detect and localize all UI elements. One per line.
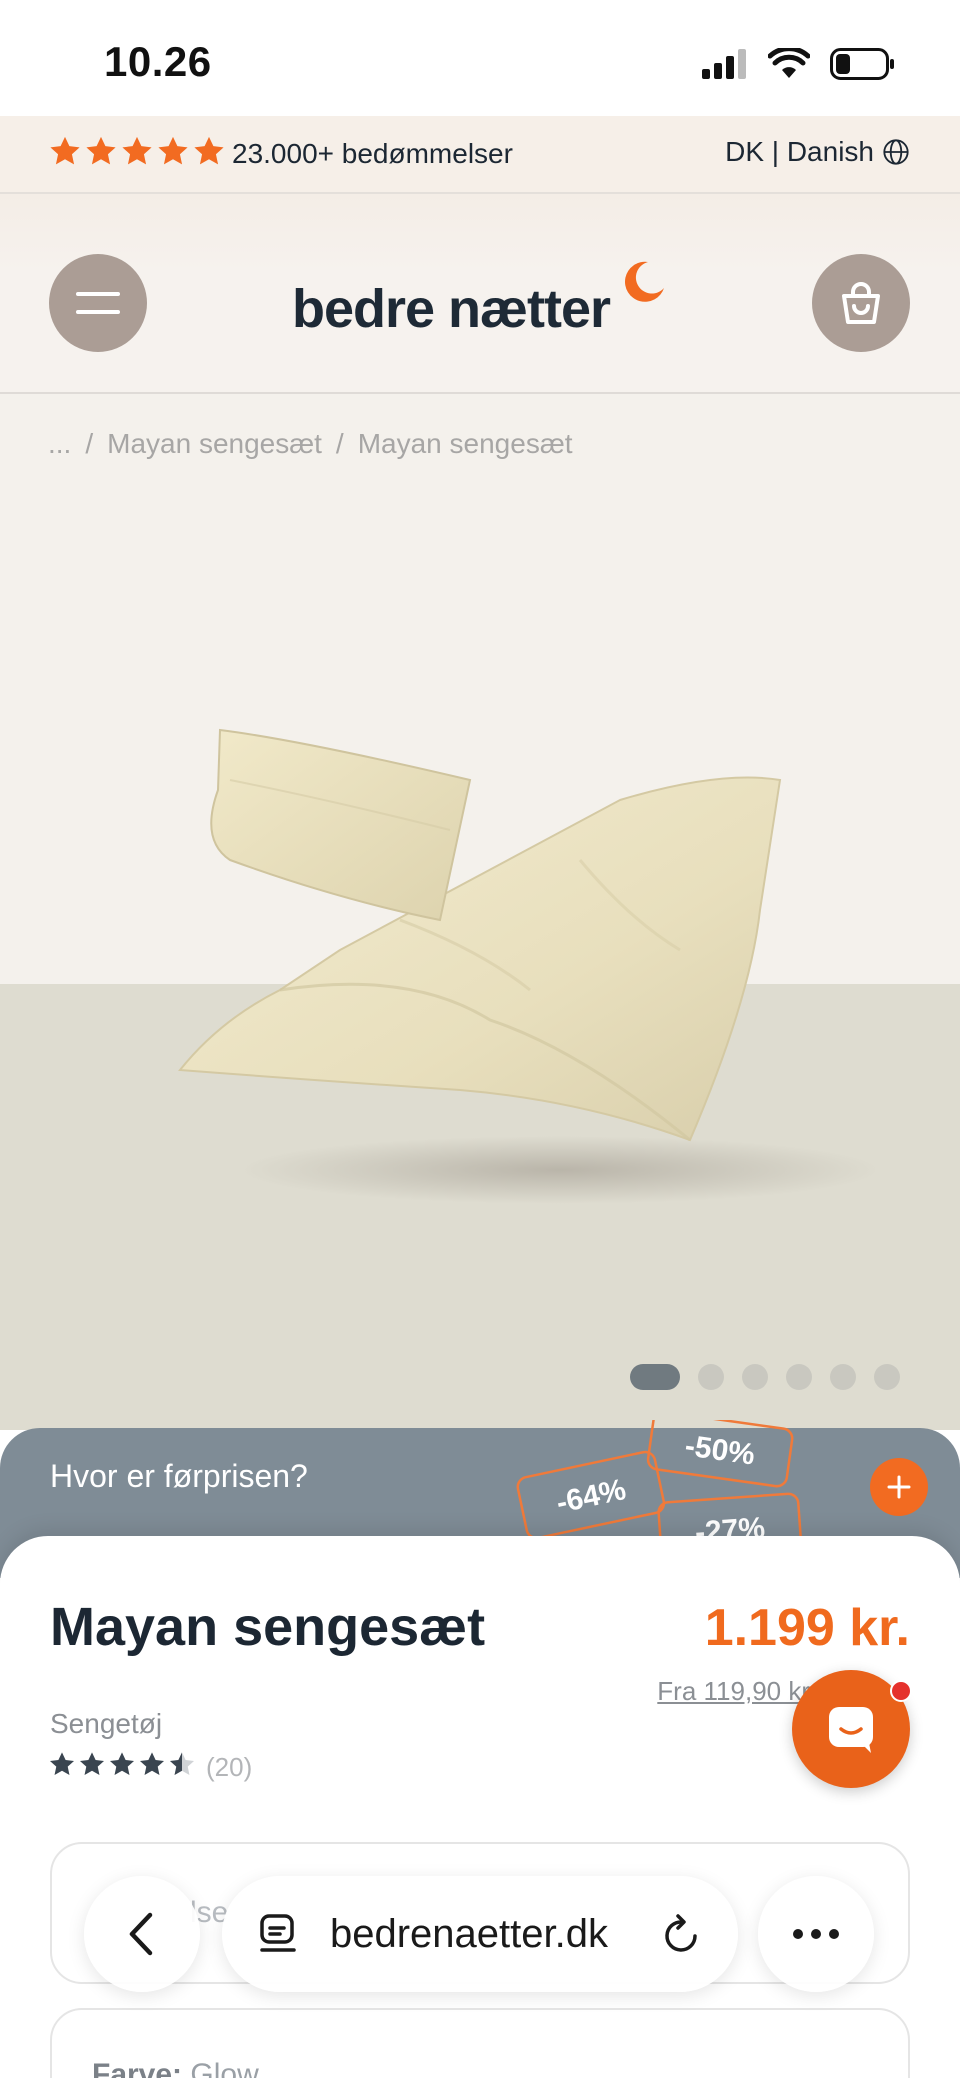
more-icon-dot bbox=[811, 1929, 821, 1939]
breadcrumb-item[interactable]: Mayan sengesæt bbox=[107, 428, 322, 460]
more-icon-dot bbox=[829, 1929, 839, 1939]
review-count[interactable]: (20) bbox=[206, 1752, 252, 1783]
product-title: Mayan sengesæt bbox=[50, 1597, 486, 1657]
carousel-dot[interactable] bbox=[874, 1364, 900, 1390]
globe-icon bbox=[883, 139, 909, 165]
status-time: 10.26 bbox=[104, 38, 212, 85]
chat-icon bbox=[829, 1707, 873, 1753]
breadcrumb: ... / Mayan sengesæt / Mayan sengesæt bbox=[48, 428, 573, 460]
reload-icon[interactable] bbox=[662, 1912, 702, 1956]
carousel-dot[interactable] bbox=[742, 1364, 768, 1390]
carousel-dot-active[interactable] bbox=[630, 1364, 680, 1390]
star-icon bbox=[49, 1752, 75, 1775]
discount-tag-1: -64% bbox=[553, 1473, 628, 1520]
hamburger-icon bbox=[76, 292, 120, 296]
plus-icon bbox=[887, 1475, 911, 1499]
moon-logo-icon bbox=[624, 261, 664, 302]
browser-url[interactable]: bedrenaetter.dk bbox=[330, 1912, 662, 1957]
star-icon bbox=[109, 1752, 135, 1775]
carousel-dot[interactable] bbox=[786, 1364, 812, 1390]
browser-more-button[interactable] bbox=[758, 1876, 874, 1992]
breadcrumb-separator: / bbox=[85, 428, 94, 459]
star-icon bbox=[86, 136, 116, 165]
battery-icon bbox=[830, 48, 894, 80]
carousel-dot[interactable] bbox=[698, 1364, 724, 1390]
carousel-dots bbox=[630, 1364, 900, 1390]
color-label: Farve: bbox=[92, 2058, 183, 2078]
star-icon bbox=[122, 136, 152, 165]
more-icon bbox=[793, 1929, 803, 1939]
expand-pre-price-button[interactable] bbox=[870, 1458, 928, 1516]
wifi-icon bbox=[768, 48, 810, 78]
color-value: Glow bbox=[190, 2058, 259, 2078]
menu-button[interactable] bbox=[49, 254, 147, 352]
rating-stars bbox=[48, 134, 226, 168]
chat-notification-badge bbox=[890, 1680, 912, 1702]
pre-price-question: Hvor er førprisen? bbox=[50, 1458, 308, 1494]
product-price: 1.199 kr. bbox=[704, 1599, 910, 1657]
site-logo[interactable]: bedre nætter bbox=[292, 278, 611, 340]
browser-address-bar[interactable]: bedrenaetter.dk bbox=[222, 1876, 738, 1992]
carousel-dot[interactable] bbox=[830, 1364, 856, 1390]
cart-button[interactable] bbox=[812, 254, 910, 352]
review-stars[interactable] bbox=[48, 1750, 196, 1778]
star-icon bbox=[79, 1752, 105, 1775]
breadcrumb-current: Mayan sengesæt bbox=[357, 428, 573, 459]
star-half-icon bbox=[169, 1752, 195, 1775]
tabs-icon[interactable] bbox=[258, 1912, 302, 1956]
shopping-bag-icon bbox=[842, 282, 880, 324]
discount-tag-2: -50% bbox=[683, 1429, 757, 1471]
signal-icon bbox=[702, 49, 746, 79]
browser-back-button[interactable] bbox=[84, 1876, 200, 1992]
star-icon bbox=[194, 136, 224, 165]
star-icon bbox=[50, 136, 80, 165]
rating-count[interactable]: 23.000+ bedømmelser bbox=[232, 138, 513, 170]
status-icons bbox=[702, 44, 896, 84]
locale-selector[interactable]: DK | Danish bbox=[725, 136, 910, 168]
breadcrumb-ellipsis[interactable]: ... bbox=[48, 428, 71, 460]
product-image[interactable] bbox=[160, 720, 900, 1240]
discount-tags-graphic: -64% -50% -27% bbox=[516, 1420, 803, 1540]
from-price-link[interactable]: Fra 119,90 kr bbox=[657, 1676, 810, 1707]
color-option-label: Farve: Glow bbox=[92, 2058, 259, 2078]
breadcrumb-separator: / bbox=[335, 428, 344, 459]
product-category[interactable]: Sengetøj bbox=[50, 1708, 162, 1740]
hamburger-icon-line bbox=[76, 310, 120, 314]
star-icon bbox=[158, 136, 188, 165]
locale-label: DK | Danish bbox=[725, 136, 874, 167]
chevron-left-icon bbox=[129, 1912, 153, 1956]
star-icon bbox=[139, 1752, 165, 1775]
